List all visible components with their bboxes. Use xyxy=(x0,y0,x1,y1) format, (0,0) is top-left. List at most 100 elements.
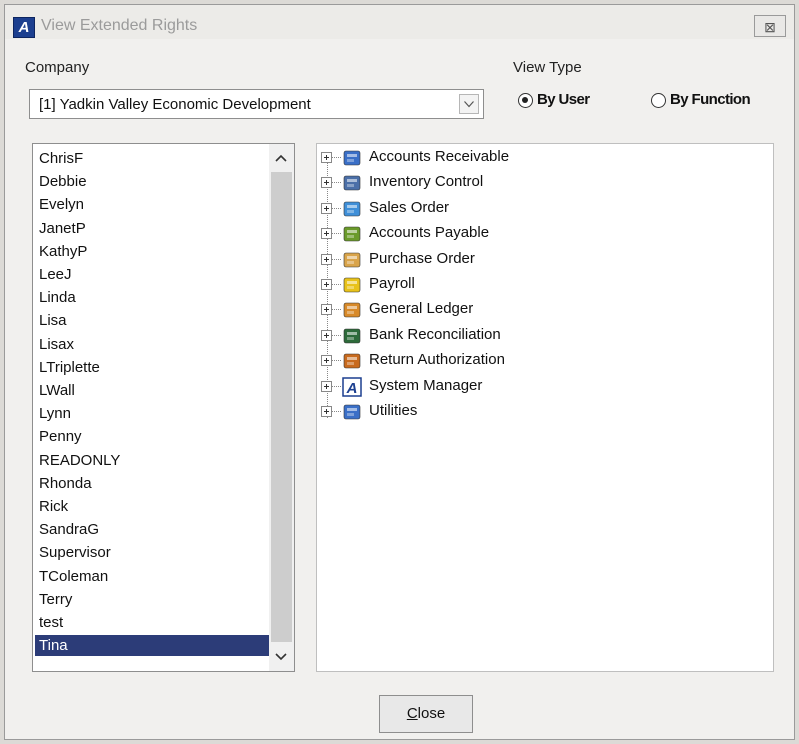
user-item[interactable]: Linda xyxy=(35,287,269,308)
user-item[interactable]: Lynn xyxy=(35,403,269,424)
user-item[interactable]: ChrisF xyxy=(35,148,269,169)
user-item[interactable]: Debbie xyxy=(35,171,269,192)
svg-text:A: A xyxy=(346,380,358,397)
window-title: View Extended Rights xyxy=(41,17,198,34)
scroll-up-arrow-icon[interactable] xyxy=(275,154,287,162)
expand-plus-icon[interactable] xyxy=(321,228,332,240)
tree-item[interactable]: Accounts Payable xyxy=(321,222,621,246)
expand-plus-icon[interactable] xyxy=(321,380,332,392)
tree-branch-line xyxy=(332,207,341,209)
expand-plus-icon[interactable] xyxy=(321,177,332,189)
tree-branch-line xyxy=(332,233,341,235)
user-item[interactable]: LWall xyxy=(35,380,269,401)
tree-item[interactable]: Utilities xyxy=(321,400,621,424)
user-item[interactable]: LTriplette xyxy=(35,357,269,378)
expand-plus-icon[interactable] xyxy=(321,355,332,367)
radio-by-function[interactable]: By Function xyxy=(651,91,771,113)
inventory-control-icon xyxy=(342,173,362,193)
user-item[interactable]: Rhonda xyxy=(35,473,269,494)
user-item[interactable]: Supervisor xyxy=(35,542,269,563)
tree-item-label: Sales Order xyxy=(369,198,450,216)
tree-item[interactable]: General Ledger xyxy=(321,298,621,322)
accounts-payable-icon xyxy=(342,224,362,244)
general-ledger-icon xyxy=(342,300,362,320)
scrollbar-thumb[interactable] xyxy=(271,172,292,642)
tree-item[interactable]: Sales Order xyxy=(321,197,621,221)
tree-item[interactable]: Return Authorization xyxy=(321,349,621,373)
expand-plus-icon[interactable] xyxy=(321,253,332,265)
tree-item[interactable]: A System Manager xyxy=(321,375,621,399)
tree-item-label: Payroll xyxy=(369,275,415,292)
purchase-order-icon xyxy=(342,250,362,270)
user-item[interactable]: Penny xyxy=(35,426,269,447)
user-item[interactable]: Evelyn xyxy=(35,194,269,215)
accounts-receivable-icon xyxy=(342,148,362,168)
view-type-label: View Type xyxy=(513,59,582,76)
tree-item-label: Inventory Control xyxy=(369,173,484,191)
user-item[interactable]: SandraG xyxy=(35,519,269,540)
expand-plus-icon[interactable] xyxy=(321,406,332,417)
user-item[interactable]: test xyxy=(35,612,269,633)
tree-branch-line xyxy=(332,157,341,158)
expand-plus-icon[interactable] xyxy=(321,329,332,341)
expand-plus-icon[interactable] xyxy=(321,279,332,290)
system-manager-icon: A xyxy=(342,376,362,397)
module-tree[interactable]: Accounts Receivable Inventory Control Sale… xyxy=(316,143,774,672)
tree-item-label: Return Authorization xyxy=(369,351,505,369)
tree-branch-line xyxy=(332,385,341,387)
radio-by-user[interactable]: By User xyxy=(518,91,618,113)
company-label: Company xyxy=(25,59,90,76)
tree-item[interactable]: Payroll xyxy=(321,273,621,297)
app-logo-icon: A xyxy=(13,17,35,38)
company-selected-value: [1] Yadkin Valley Economic Development xyxy=(39,96,311,113)
view-extended-rights-window: A View Extended Rights ⊠ Company [1] Yad… xyxy=(4,4,795,740)
sales-order-icon xyxy=(342,199,362,219)
combo-dropdown-button[interactable] xyxy=(459,94,479,114)
tree-item-label: Accounts Payable xyxy=(369,224,490,242)
user-item[interactable]: TColeman xyxy=(35,566,269,587)
user-listbox[interactable]: ChrisF Debbie Evelyn JanetP KathyP LeeJ Linda L… xyxy=(32,143,295,672)
utilities-icon xyxy=(342,402,362,422)
tree-branch-line xyxy=(332,258,341,260)
tree-item-label: Utilities xyxy=(369,402,418,419)
user-item[interactable]: KathyP xyxy=(35,241,269,262)
tree-item-label: Accounts Receivable xyxy=(369,148,510,165)
user-item-selected[interactable]: Tina xyxy=(35,635,269,657)
tree-branch-line xyxy=(332,334,341,336)
payroll-icon xyxy=(342,275,362,295)
tree-item[interactable]: Inventory Control xyxy=(321,171,621,195)
title-bar: A View Extended Rights ⊠ xyxy=(5,5,794,39)
return-authorization-icon xyxy=(342,351,362,371)
close-button[interactable]: Close xyxy=(379,695,473,733)
expand-plus-icon[interactable] xyxy=(321,304,332,316)
user-item[interactable]: Lisa xyxy=(35,310,269,331)
tree-item[interactable]: Bank Reconciliation xyxy=(321,324,621,348)
tree-item-label: Purchase Order xyxy=(369,249,475,267)
tree-branch-line xyxy=(332,411,341,412)
window-close-button[interactable]: ⊠ xyxy=(754,15,786,37)
radio-by-function-label: By Function xyxy=(670,91,751,108)
user-item[interactable]: READONLY xyxy=(35,450,269,471)
tree-branch-line xyxy=(332,284,341,285)
user-item[interactable]: Terry xyxy=(35,589,269,610)
tree-item[interactable]: Accounts Receivable xyxy=(321,146,621,170)
tree-branch-line xyxy=(332,182,341,184)
company-combobox[interactable]: [1] Yadkin Valley Economic Development xyxy=(29,89,484,119)
tree-branch-line xyxy=(332,360,341,362)
radio-selected-indicator xyxy=(518,93,533,108)
user-item[interactable]: JanetP xyxy=(35,218,269,239)
user-item[interactable]: LeeJ xyxy=(35,264,269,285)
user-item[interactable]: Rick xyxy=(35,496,269,517)
bank-reconciliation-icon xyxy=(342,326,362,346)
close-button-label: lose xyxy=(417,705,446,722)
close-button-accelerator: C xyxy=(406,705,418,722)
user-list-scrollbar[interactable] xyxy=(269,144,294,671)
scroll-down-arrow-icon[interactable] xyxy=(275,653,287,661)
chevron-down-icon xyxy=(464,101,474,108)
tree-item[interactable]: Purchase Order xyxy=(321,248,621,272)
tree-item-label: Bank Reconciliation xyxy=(369,325,501,343)
radio-unselected-indicator xyxy=(651,93,666,108)
user-item[interactable]: Lisax xyxy=(35,334,269,355)
expand-plus-icon[interactable] xyxy=(321,202,332,214)
expand-plus-icon[interactable] xyxy=(321,152,332,163)
